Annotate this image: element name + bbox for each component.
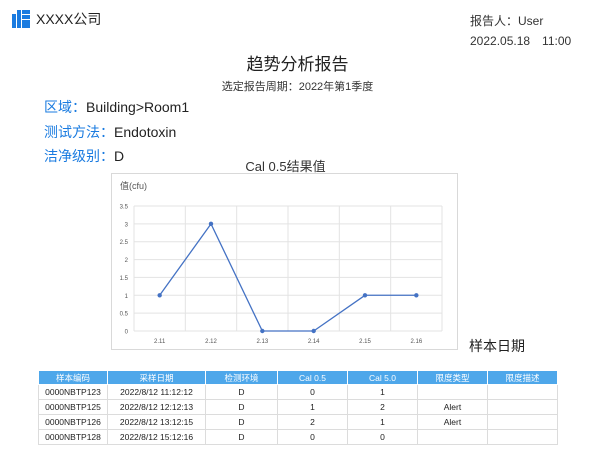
cell-limit-desc <box>487 384 558 400</box>
cell-sample-date: 2022/8/12 11:12:12 <box>107 384 206 400</box>
sample-table: 样本编码 采样日期 检测环境 Cal 0.5 Cal 5.0 限度类型 限度描述… <box>38 370 558 445</box>
x-tick-label: 2.16 <box>410 339 422 345</box>
y-tick-label: 1 <box>125 294 129 300</box>
data-point <box>208 221 214 227</box>
cell-limit-desc <box>487 399 558 415</box>
header-cal05: Cal 0.5 <box>277 370 348 385</box>
cell-sample-code: 0000NBTP123 <box>38 384 108 400</box>
table-row: 0000NBTP125 2022/8/12 12:12:13 D 1 2 Ale… <box>38 399 558 415</box>
header-limit-desc: 限度描述 <box>487 370 558 385</box>
header-environment: 检测环境 <box>205 370 278 385</box>
cell-limit-type: Alert <box>417 414 488 430</box>
table-row: 0000NBTP123 2022/8/12 11:12:12 D 0 1 <box>38 384 558 400</box>
x-tick-label: 2.12 <box>205 339 217 345</box>
cell-sample-code: 0000NBTP128 <box>38 429 108 445</box>
company-name: XXXX公司 <box>36 11 102 27</box>
header-limit-type: 限度类型 <box>417 370 488 385</box>
bar-grid-icon <box>12 10 30 28</box>
table-row: 0000NBTP128 2022/8/12 15:12:16 D 0 0 <box>38 429 558 445</box>
cell-sample-code: 0000NBTP126 <box>38 414 108 430</box>
report-datetime: 2022.05.18 11:00 <box>470 34 572 48</box>
y-tick-label: 0.5 <box>120 312 129 318</box>
cell-cal50: 0 <box>347 429 418 445</box>
x-tick-label: 2.13 <box>256 339 268 345</box>
cell-cal05: 0 <box>277 429 348 445</box>
y-axis-title: 值(cfu) <box>120 180 147 191</box>
data-point <box>414 293 419 298</box>
header-sample-code: 样本编码 <box>38 370 108 385</box>
method-value: Endotoxin <box>114 124 177 140</box>
cell-environment: D <box>205 414 278 430</box>
x-tick-label: 2.14 <box>308 339 320 345</box>
y-tick-label: 3 <box>125 222 129 228</box>
area-value: Building>Room1 <box>86 99 190 115</box>
x-tick-label: 2.11 <box>154 339 166 345</box>
cell-limit-desc <box>487 429 558 445</box>
trend-line-chart: 值(cfu) 0 0.5 1 1.5 2 2.5 3 3.5 2.11 2.12 2.13 2.14 2.… <box>120 180 443 345</box>
cell-limit-type <box>417 384 488 400</box>
cell-cal05: 0 <box>277 384 348 400</box>
chart-container: 值(cfu) 0 0.5 1 1.5 2 2.5 3 3.5 2.11 2.12 2.13 2.14 2.… <box>111 173 458 350</box>
cell-cal05: 1 <box>277 399 348 415</box>
cell-cal50: 1 <box>347 414 418 430</box>
cell-environment: D <box>205 399 278 415</box>
method-label: 测试方法： <box>44 124 114 140</box>
y-tick-label: 1.5 <box>120 276 129 282</box>
header-sample-date: 采样日期 <box>107 370 206 385</box>
cell-sample-date: 2022/8/12 15:12:16 <box>107 429 206 445</box>
cell-limit-type <box>417 429 488 445</box>
reporter-label: 报告人：User <box>470 14 544 28</box>
cell-environment: D <box>205 384 278 400</box>
y-tick-label: 2.5 <box>120 240 129 246</box>
data-point <box>362 293 368 298</box>
x-tick-label: 2.15 <box>359 339 371 345</box>
method-row: 测试方法：Endotoxin <box>44 122 176 142</box>
report-period: 选定报告周期：2022年第1季度 <box>221 81 374 93</box>
y-tick-label: 2 <box>125 258 129 264</box>
data-point <box>311 328 316 334</box>
data-point <box>157 293 162 298</box>
cell-cal05: 2 <box>277 414 348 430</box>
cell-environment: D <box>205 429 278 445</box>
table-header-row: 样本编码 采样日期 检测环境 Cal 0.5 Cal 5.0 限度类型 限度描述 <box>38 370 558 385</box>
report-title: 趋势分析报告 <box>246 55 349 74</box>
y-tick-label: 3.5 <box>120 205 129 211</box>
data-point <box>260 328 265 334</box>
area-label: 区域： <box>44 99 86 115</box>
cell-cal50: 1 <box>347 384 418 400</box>
table-row: 0000NBTP126 2022/8/12 13:12:15 D 2 1 Ale… <box>38 414 558 430</box>
y-tick-label: 0 <box>125 330 129 336</box>
header-cal50: Cal 5.0 <box>347 370 418 385</box>
cell-sample-date: 2022/8/12 13:12:15 <box>107 414 206 430</box>
company-logo: XXXX公司 <box>12 9 101 29</box>
cell-sample-date: 2022/8/12 12:12:13 <box>107 399 206 415</box>
cell-limit-desc <box>487 414 558 430</box>
cell-limit-type: Alert <box>417 399 488 415</box>
area-row: 区域：Building>Room1 <box>44 97 189 117</box>
cell-cal50: 2 <box>347 399 418 415</box>
x-axis-title: 样本日期 <box>469 338 525 354</box>
cell-sample-code: 0000NBTP125 <box>38 399 108 415</box>
